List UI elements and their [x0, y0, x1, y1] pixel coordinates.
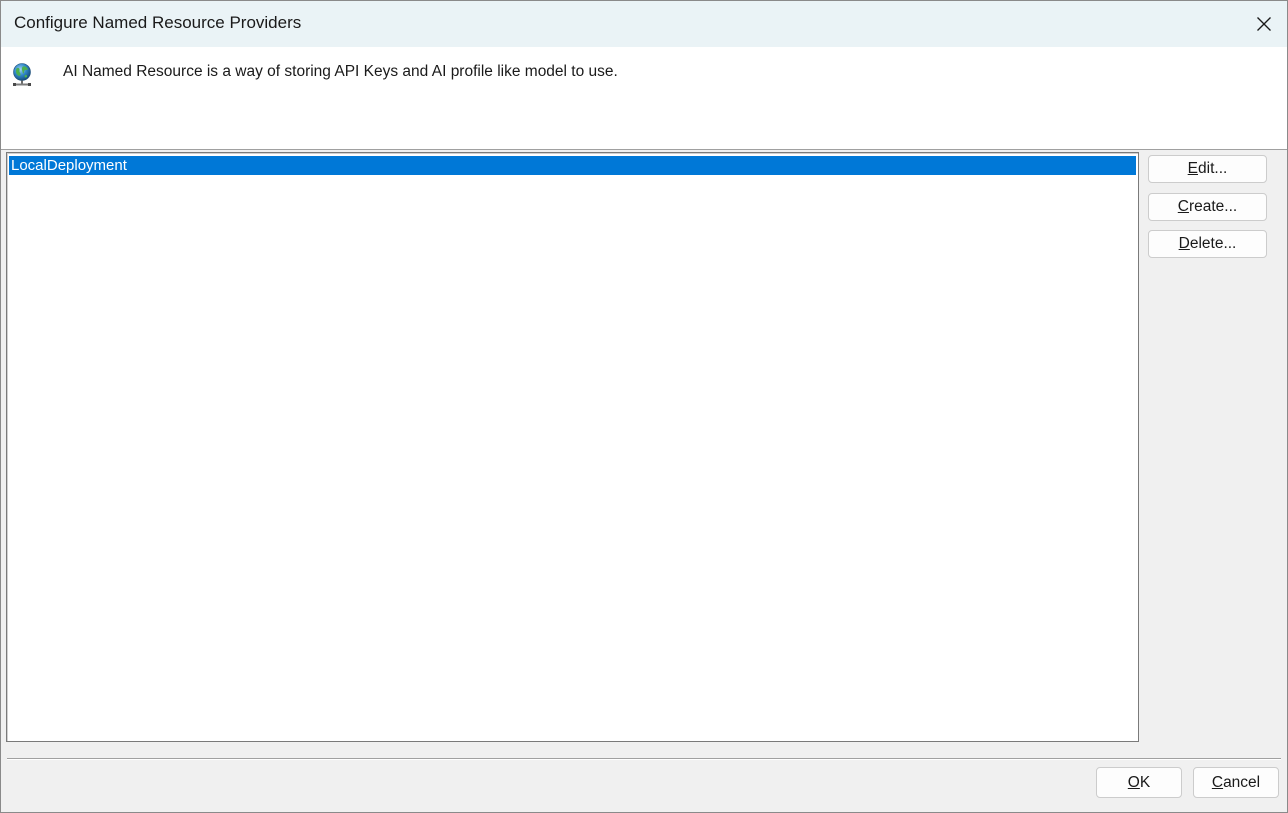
resource-list[interactable]: LocalDeployment	[6, 152, 1139, 742]
cancel-button[interactable]: Cancel	[1193, 767, 1279, 798]
cancel-button-label: Cancel	[1211, 773, 1261, 791]
delete-button[interactable]: Delete...	[1148, 230, 1267, 258]
list-item[interactable]: LocalDeployment	[9, 156, 1136, 175]
header-panel: AI Named Resource is a way of storing AP…	[1, 47, 1287, 150]
close-button[interactable]	[1241, 1, 1287, 47]
edit-button[interactable]: Edit...	[1148, 155, 1267, 183]
ok-button-label: OK	[1127, 773, 1151, 791]
create-button[interactable]: Create...	[1148, 193, 1267, 221]
dialog-window: Configure Named Resource Providers AI Na…	[0, 0, 1288, 813]
edit-button-label: Edit...	[1187, 160, 1228, 177]
footer-separator	[7, 758, 1281, 760]
delete-button-label: Delete...	[1178, 235, 1237, 252]
create-button-label: Create...	[1177, 198, 1238, 215]
globe-network-icon	[13, 63, 31, 86]
header-description: AI Named Resource is a way of storing AP…	[63, 63, 618, 80]
close-icon	[1257, 17, 1271, 31]
ok-button[interactable]: OK	[1096, 767, 1182, 798]
title-bar[interactable]: Configure Named Resource Providers	[1, 1, 1287, 47]
window-title: Configure Named Resource Providers	[14, 13, 302, 32]
